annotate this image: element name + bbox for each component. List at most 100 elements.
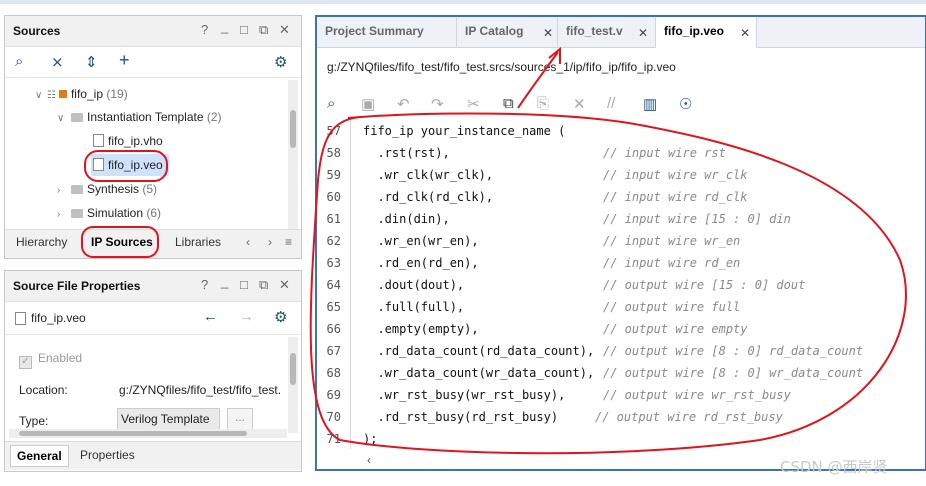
code-area[interactable]: 57 fifo_ip your_instance_name ( 58 .rst(r… <box>317 120 921 452</box>
code-comment: // input wire rst <box>603 146 726 160</box>
chevron-down-icon[interactable]: ∨ <box>35 85 47 107</box>
hscroll-left-icon[interactable]: ‹ <box>367 453 371 467</box>
sources-scrollbar[interactable] <box>288 80 298 230</box>
tab-label: Project Summary <box>325 24 424 38</box>
add-icon[interactable]: + <box>119 50 130 71</box>
tab-fifo-test-v[interactable]: fifo_test.v ✕ <box>558 17 656 47</box>
properties-panel: Source File Properties ? _ □ ⧉ ✕ fifo_ip… <box>4 270 302 472</box>
code-comment: // output wire [15 : 0] dout <box>603 278 806 292</box>
search-icon[interactable]: ⌕ <box>15 53 23 70</box>
paste-icon[interactable]: ⎘ <box>537 95 549 112</box>
folder-icon <box>71 209 83 218</box>
help-icon[interactable]: ? <box>201 22 208 37</box>
tab-fifo-ip-veo[interactable]: fifo_ip.veo ✕ <box>656 17 757 48</box>
file-icon <box>93 134 104 147</box>
tree-item-count: (2) <box>206 110 222 124</box>
line-number: 65 <box>326 300 341 314</box>
code-text: .empty(empty), <box>363 322 479 336</box>
scroll-thumb[interactable] <box>19 431 247 436</box>
line-number: 70 <box>326 410 341 424</box>
sources-title-bar: Sources ? _ □ ⧉ ✕ <box>5 16 301 47</box>
redo-icon[interactable]: ↷ <box>431 95 444 113</box>
watermark: CSDN @西岸贤 <box>780 458 888 476</box>
sources-panel: Sources ? _ □ ⧉ ✕ ⌕ ⨯ ⇕ + ⚙ ∨ ☷ fifo_ip (1… <box>4 15 302 259</box>
enabled-checkbox[interactable]: ✓ <box>19 356 32 369</box>
forward-arrow-icon[interactable]: → <box>239 308 254 325</box>
collapse-all-icon[interactable]: ⨯ <box>51 53 64 71</box>
chevron-right-icon[interactable]: › <box>57 204 69 226</box>
chevron-down-icon[interactable]: ∨ <box>57 108 69 130</box>
comment-icon[interactable]: // <box>607 95 615 112</box>
tree-item-label: Instantiation Template <box>87 110 204 124</box>
cut-icon[interactable]: ✂ <box>467 95 480 113</box>
code-text: .rd_en(rd_en), <box>363 256 479 270</box>
code-text: .wr_en(wr_en), <box>363 234 479 248</box>
lightbulb-icon[interactable]: ☉ <box>679 95 692 113</box>
close-icon[interactable]: ✕ <box>279 277 290 293</box>
tree-item-fifo-ip-vho[interactable]: fifo_ip.vho <box>91 130 163 152</box>
close-tab-icon[interactable]: ✕ <box>638 26 648 40</box>
folder-icon <box>71 113 83 122</box>
code-comment: // output wire [8 : 0] wr_data_count <box>603 366 864 380</box>
tree-item-fifo-ip[interactable]: ∨ ☷ fifo_ip (19) <box>35 83 128 105</box>
properties-hscrollbar[interactable] <box>9 429 287 438</box>
maximize-icon[interactable]: □ <box>240 22 248 37</box>
tree-item-simulation[interactable]: › Simulation (6) <box>57 202 161 224</box>
top-strip <box>0 0 926 4</box>
type-value-field: Verilog Template <box>117 408 220 430</box>
scroll-thumb[interactable] <box>290 353 296 385</box>
tree-item-label: fifo_ip.vho <box>108 134 163 148</box>
tree-item-label: Synthesis <box>87 182 140 196</box>
tab-properties[interactable]: Properties <box>80 448 135 462</box>
code-comment: // input wire [15 : 0] din <box>603 212 791 226</box>
tab-libraries[interactable]: Libraries <box>175 235 221 249</box>
code-comment: // input wire wr_en <box>603 234 741 248</box>
search-icon[interactable]: ⌕ <box>327 95 335 112</box>
float-icon[interactable]: ⧉ <box>259 277 268 293</box>
back-arrow-icon[interactable]: ← <box>203 308 218 325</box>
minimize-icon[interactable]: _ <box>221 274 228 289</box>
undo-icon[interactable]: ↶ <box>397 95 410 113</box>
tab-ip-catalog[interactable]: IP Catalog ✕ <box>457 17 558 47</box>
gear-icon[interactable]: ⚙ <box>274 308 287 326</box>
delete-icon[interactable]: ✕ <box>573 95 586 113</box>
close-tab-icon[interactable]: ✕ <box>740 26 750 40</box>
code-text: .rd_rst_busy(rd_rst_busy) <box>363 410 559 424</box>
line-number: 66 <box>326 322 341 336</box>
code-comment: // output wire wr_rst_busy <box>603 388 791 402</box>
save-icon[interactable]: ▣ <box>361 95 375 113</box>
line-number: 59 <box>326 168 341 182</box>
columns-icon[interactable]: ▥ <box>643 95 657 113</box>
tab-project-summary[interactable]: Project Summary <box>317 17 457 47</box>
help-icon[interactable]: ? <box>201 277 208 292</box>
more-button[interactable]: ... <box>227 408 253 430</box>
line-number: 71 <box>326 432 341 446</box>
gear-icon[interactable]: ⚙ <box>274 53 287 71</box>
expand-all-icon[interactable]: ⇕ <box>85 53 98 71</box>
tree-item-instantiation-template[interactable]: ∨ Instantiation Template (2) <box>57 106 222 128</box>
tree-item-label: Simulation <box>87 206 144 220</box>
tab-scroll-right-icon[interactable]: › <box>268 235 272 249</box>
code-text: .wr_rst_busy(wr_rst_busy), <box>363 388 566 402</box>
tab-label: fifo_ip.veo <box>664 24 725 38</box>
code-text: fifo_ip your_instance_name ( <box>363 124 566 138</box>
code-comment: // input wire rd_en <box>603 256 741 270</box>
close-icon[interactable]: ✕ <box>279 22 290 38</box>
enabled-row: ✓ Enabled <box>19 351 82 369</box>
properties-vscrollbar[interactable] <box>288 337 298 433</box>
tab-general[interactable]: General <box>10 445 69 467</box>
tab-hierarchy[interactable]: Hierarchy <box>16 235 67 249</box>
float-icon[interactable]: ⧉ <box>259 22 268 38</box>
copy-icon[interactable]: ⧉ <box>503 95 514 112</box>
location-value: g:/ZYNQfiles/fifo_test/fifo_test. <box>119 383 282 397</box>
maximize-icon[interactable]: □ <box>240 277 248 292</box>
ip-icon: ☷ <box>47 90 56 101</box>
tab-menu-icon[interactable]: ≡ <box>285 235 292 249</box>
minimize-icon[interactable]: _ <box>221 19 228 34</box>
code-text: .wr_data_count(wr_data_count), <box>363 366 595 380</box>
chevron-right-icon[interactable]: › <box>57 180 69 202</box>
editor-panel: Project Summary IP Catalog ✕ fifo_test.v… <box>315 15 926 471</box>
close-tab-icon[interactable]: ✕ <box>543 26 553 40</box>
tab-scroll-left-icon[interactable]: ‹ <box>246 235 250 249</box>
scroll-thumb[interactable] <box>290 110 296 148</box>
